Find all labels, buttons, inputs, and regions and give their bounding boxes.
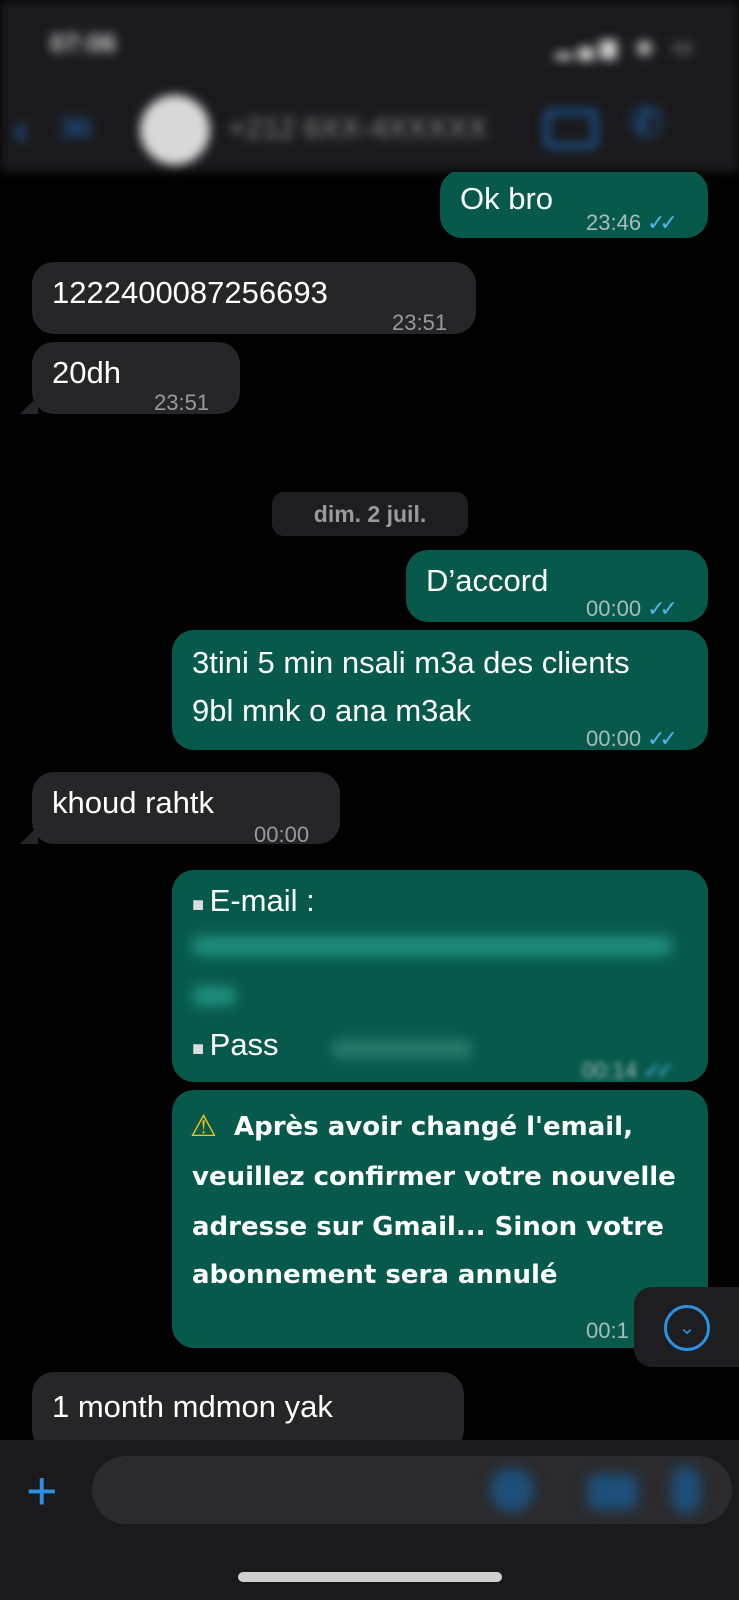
bubble-tail <box>20 396 38 414</box>
message-text: 1 month mdmon yak <box>52 1389 333 1424</box>
plus-icon[interactable]: + <box>26 1460 58 1522</box>
message-incoming[interactable]: 1 month mdmon yak <box>32 1372 464 1440</box>
redacted-password <box>332 1040 472 1058</box>
home-indicator[interactable] <box>238 1572 502 1582</box>
video-call-icon[interactable] <box>545 110 597 148</box>
message-time: 00:14 <box>582 1058 638 1083</box>
bullet-icon: ■ <box>192 894 210 916</box>
status-icons: ▂▄▆ ◉ ▭ <box>555 34 699 59</box>
warning-icon: ⚠ <box>190 1109 217 1144</box>
redacted-email <box>192 936 672 956</box>
composer-bar: + <box>0 1440 739 1600</box>
message-incoming[interactable]: 1222400087256693 23:51 <box>32 262 476 335</box>
camera-icon[interactable] <box>588 1474 638 1510</box>
date-separator: dim. 2 juil. <box>272 492 468 536</box>
message-text-line: 9bl mnk o ana m3ak <box>192 693 472 728</box>
pass-label: Pass <box>209 1027 279 1062</box>
microphone-icon[interactable] <box>672 1466 700 1514</box>
phone-icon[interactable]: ✆ <box>630 100 664 146</box>
message-text: 1222400087256693 <box>52 275 328 310</box>
sticker-icon[interactable] <box>490 1468 534 1512</box>
read-ticks-icon: ✓✓ <box>647 726 678 751</box>
message-time: 00:00 <box>586 596 642 621</box>
message-text-line: 3tini 5 min nsali m3a des clients <box>192 645 630 680</box>
warning-text-line: Après avoir changé l'email, <box>234 1112 633 1142</box>
message-text: 20dh <box>52 355 121 390</box>
chat-header: 07:06 ▂▄▆ ◉ ▭ ‹ 36 +212 6XX-4XXXXX ✆ <box>0 0 739 172</box>
message-outgoing-warning[interactable]: ⚠ Après avoir changé l'email, veuillez c… <box>172 1090 708 1348</box>
message-time: 23:51 <box>154 390 210 415</box>
message-time: 23:46 <box>586 210 642 235</box>
scroll-to-bottom-button[interactable]: ⌄ <box>634 1287 739 1367</box>
warning-text-line: adresse sur Gmail... Sinon votre <box>192 1212 664 1242</box>
message-outgoing-credentials[interactable]: ■ E-mail : ■ Pass 00:14 ✓✓ <box>172 870 708 1083</box>
status-time: 07:06 <box>50 28 117 58</box>
chevron-down-icon: ⌄ <box>664 1305 710 1351</box>
bullet-icon: ■ <box>192 1038 210 1060</box>
message-time: 00:00 <box>254 822 310 847</box>
bubble-tail <box>20 826 38 844</box>
email-label: E-mail : <box>209 883 315 918</box>
message-text: D’accord <box>426 563 549 598</box>
message-incoming[interactable]: khoud rahtk 00:00 <box>32 772 340 847</box>
warning-text-line: veuillez confirmer votre nouvelle <box>192 1162 676 1192</box>
message-time: 00:1 <box>586 1318 629 1343</box>
message-text: khoud rahtk <box>52 785 214 820</box>
message-time: 00:00 <box>586 726 642 751</box>
read-ticks-icon: ✓✓ <box>647 210 678 235</box>
warning-text-line: abonnement sera annulé <box>192 1260 558 1290</box>
redacted-email <box>192 986 236 1006</box>
message-outgoing[interactable]: Ok bro 23:46 ✓✓ <box>440 172 708 238</box>
contact-name[interactable]: +212 6XX-4XXXXX <box>228 112 487 146</box>
read-ticks-icon: ✓✓ <box>647 596 678 621</box>
message-text: Ok bro <box>460 181 554 216</box>
read-ticks-icon: ✓✓ <box>643 1058 674 1083</box>
chevron-left-icon[interactable]: ‹ <box>14 105 29 155</box>
message-time: 23:51 <box>392 310 448 335</box>
message-list[interactable]: Ok bro 23:46 ✓✓ 1222400087256693 23:51 20… <box>0 172 739 1440</box>
message-outgoing[interactable]: D’accord 00:00 ✓✓ <box>406 550 708 622</box>
message-outgoing[interactable]: 3tini 5 min nsali m3a des clients 9bl mn… <box>172 630 708 751</box>
message-incoming[interactable]: 20dh 23:51 <box>32 342 240 415</box>
unread-count[interactable]: 36 <box>60 112 91 144</box>
avatar[interactable] <box>140 95 210 165</box>
